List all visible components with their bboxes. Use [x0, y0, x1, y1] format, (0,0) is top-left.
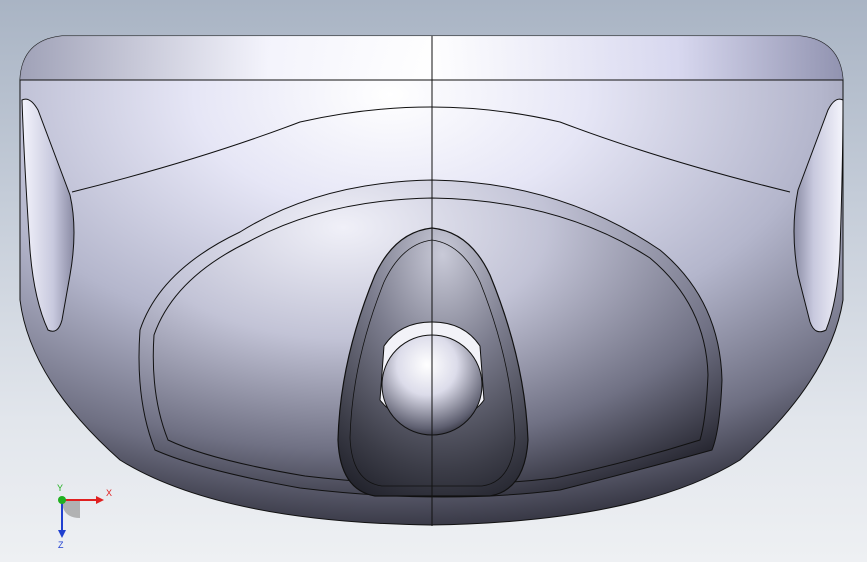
x-axis-label: X [106, 488, 112, 498]
graphics-viewport[interactable]: X Y Z [0, 0, 867, 562]
z-axis-label: Z [58, 540, 64, 550]
y-axis-dot-icon [58, 496, 66, 504]
part-model[interactable] [0, 0, 867, 562]
z-arrowhead-icon [58, 530, 66, 538]
coordinate-triad: X Y Z [57, 483, 112, 550]
x-arrowhead-icon [96, 496, 104, 504]
y-axis-label: Y [57, 483, 63, 493]
